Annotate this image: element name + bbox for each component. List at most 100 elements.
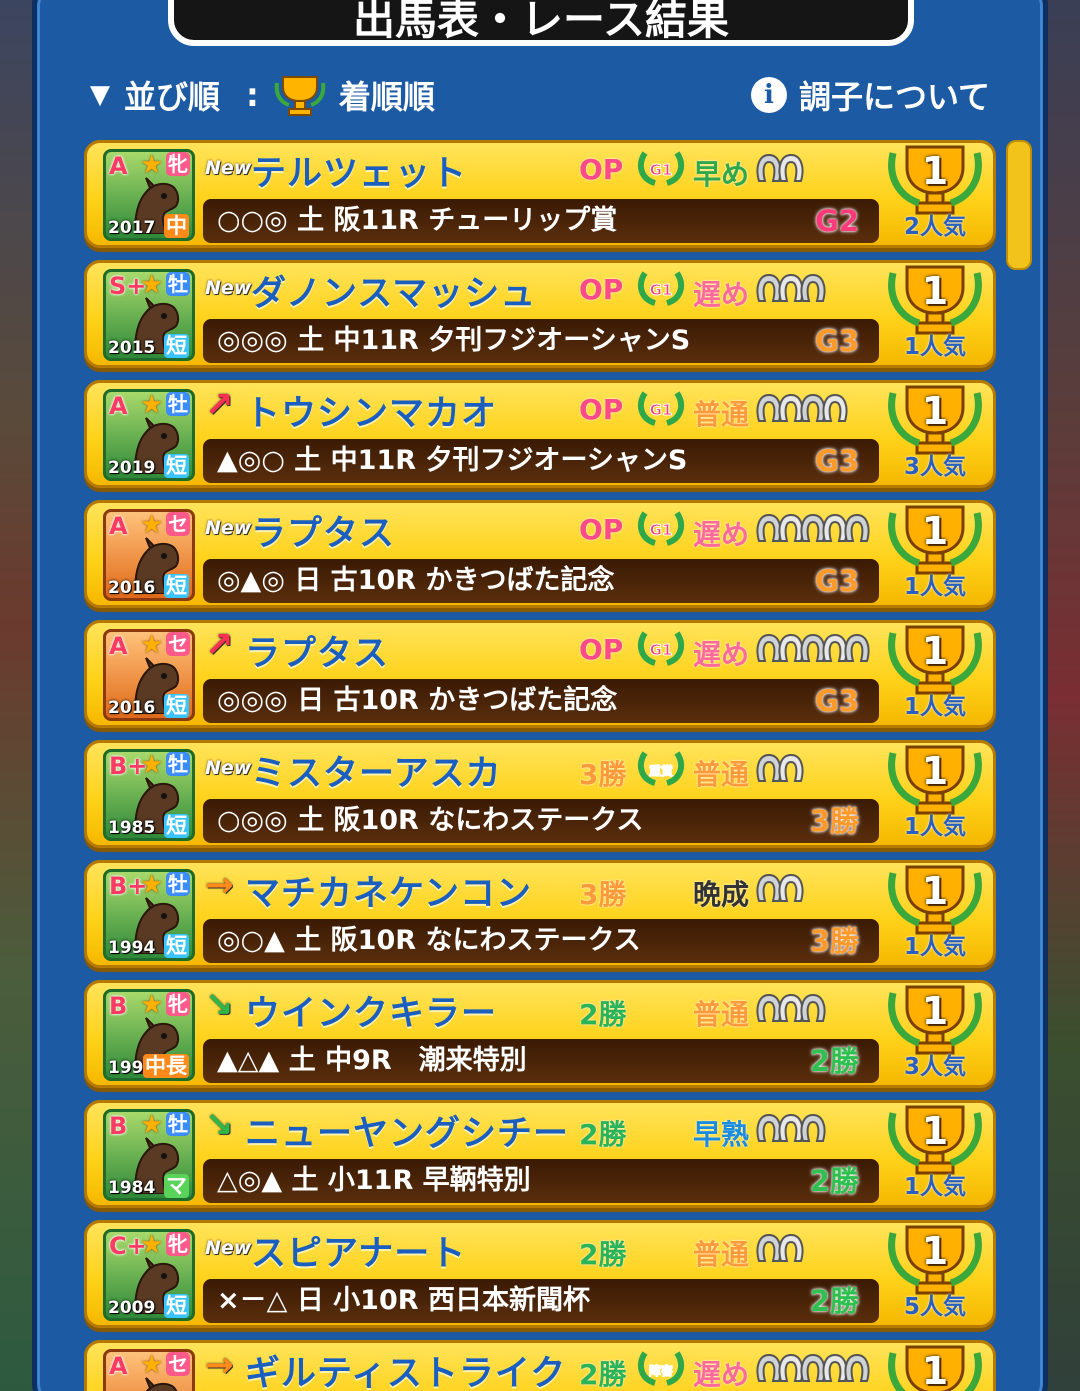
popularity: 3人気	[903, 1054, 966, 1080]
sort-order-button[interactable]: ▼ 並び順 : 着順順	[90, 70, 435, 120]
status-badge: New	[205, 157, 252, 179]
horse-row-6[interactable]: B+ ★ 牡 1985 短 New ミスターアスカ 3勝 重賞 普通 ○◎◎ 土…	[84, 740, 996, 848]
horse-portrait: C+ ★ 牝 2009 短	[103, 1229, 195, 1321]
star-icon: ★	[140, 630, 164, 660]
horse-year: 1994	[108, 938, 156, 958]
star-icon: ★	[140, 1230, 164, 1260]
horseshoe-icon	[778, 753, 804, 782]
race-detail: ◎○▲ 土 阪10R なにわステークス	[217, 925, 641, 956]
horse-class: 2勝	[579, 998, 627, 1031]
race-info-bar: ◎◎◎ 日 古10R かきつばた記念 G3	[203, 679, 879, 723]
horse-sex: 牝	[166, 152, 190, 176]
horse-rank: A	[109, 152, 128, 180]
horse-year: 2015	[108, 338, 156, 358]
race-grade: G3	[815, 684, 859, 718]
horse-year: 2009	[108, 1298, 156, 1318]
grade-laurel-icon: G1	[637, 271, 685, 306]
star-icon: ★	[140, 510, 164, 540]
horse-sex: 牡	[166, 752, 190, 776]
result-trophy: 1 1人気	[885, 745, 985, 845]
horse-sex: 牡	[166, 1112, 190, 1136]
horse-row-1[interactable]: A ★ 牝 2017 中 New テルツェット OP G1 早め ○○◎ 土 阪…	[84, 140, 996, 248]
grade-label: G1	[650, 281, 673, 299]
popularity: 1人気	[903, 334, 966, 360]
result-trophy: 1 3人気	[885, 385, 985, 485]
horse-year: 2019	[108, 458, 156, 478]
running-style: 普通	[693, 998, 750, 1031]
horse-class: 3勝	[579, 758, 627, 791]
toolbar: ▼ 並び順 : 着順順 i 調子について	[90, 70, 990, 120]
finish-place: 1	[921, 629, 949, 673]
horse-sex: 牝	[166, 992, 190, 1016]
horse-class: 3勝	[579, 878, 627, 911]
race-grade: 2勝	[809, 1284, 859, 1318]
grade-laurel-icon: 重賞	[637, 751, 685, 786]
status-badge: New	[205, 277, 252, 299]
sort-label: 並び順	[124, 78, 221, 116]
horse-portrait: A ★ セ 2016 短	[103, 509, 195, 601]
grade-laurel-icon: G1	[637, 631, 685, 666]
grade-label: G1	[650, 521, 673, 539]
horse-portrait: A ★ セ 2016 短	[103, 629, 195, 721]
finish-place: 1	[921, 1109, 949, 1153]
horse-name: マチカネケンコン	[245, 874, 532, 914]
star-icon: ★	[140, 990, 164, 1020]
finish-place: 1	[921, 509, 949, 553]
distance-aptitude: 中長	[143, 1054, 189, 1078]
page-title: 出馬表・レース結果	[168, 0, 914, 46]
race-grade: G3	[815, 324, 859, 358]
condition-horseshoes	[755, 1233, 804, 1267]
running-style: 早め	[693, 158, 750, 191]
finish-place: 1	[921, 749, 949, 793]
horse-row-5[interactable]: A ★ セ 2016 短 ↗ ラプタス OP G1 遅め ◎◎◎ 日 古10R …	[84, 620, 996, 728]
horse-class: OP	[579, 273, 624, 306]
condition-info-button[interactable]: i 調子について	[750, 70, 990, 120]
horse-row-7[interactable]: B+ ★ 牡 1994 短 → マチカネケンコン 3勝 晩成 ◎○▲ 土 阪10…	[84, 860, 996, 968]
status-badge: New	[205, 757, 252, 779]
finish-place: 1	[921, 149, 949, 193]
horse-row-4[interactable]: A ★ セ 2016 短 New ラプタス OP G1 遅め ◎▲◎ 日 古10…	[84, 500, 996, 608]
distance-aptitude: 短	[164, 334, 189, 358]
popularity: 1人気	[903, 1174, 966, 1200]
horse-rank: A	[109, 392, 128, 420]
star-icon: ★	[140, 1110, 164, 1140]
horse-name: テルツェット	[251, 154, 468, 194]
horse-name: ニューヤングシチー	[245, 1114, 570, 1154]
finish-place: 1	[921, 869, 949, 913]
race-info-bar: ◎▲◎ 日 古10R かきつばた記念 G3	[203, 559, 879, 603]
horse-row-11[interactable]: A ★ セ → ギルティストライク 2勝 障害 遅め 1	[84, 1340, 996, 1391]
horseshoe-icon	[800, 1113, 826, 1142]
horse-row-8[interactable]: B ★ 牝 1991 中長 ↘ ウインクキラー 2勝 普通 ▲△▲ 土 中9R …	[84, 980, 996, 1088]
horse-row-2[interactable]: S+ ★ 牡 2015 短 New ダノンスマッシュ OP G1 遅め ◎◎◎ …	[84, 260, 996, 368]
condition-horseshoes	[755, 633, 870, 667]
star-icon: ★	[140, 270, 164, 300]
race-grade: 2勝	[809, 1044, 859, 1078]
race-grade: 3勝	[809, 924, 859, 958]
result-trophy: 1 1人気	[885, 505, 985, 605]
running-style: 晩成	[693, 878, 750, 911]
result-trophy: 1 3人気	[885, 985, 985, 1085]
horse-row-3[interactable]: A ★ 牡 2019 短 ↗ トウシンマカオ OP G1 普通 ▲◎○ 土 中1…	[84, 380, 996, 488]
scrollbar-thumb[interactable]	[1006, 140, 1032, 270]
horse-class: OP	[579, 513, 624, 546]
race-detail: ◎▲◎ 日 古10R かきつばた記念	[217, 565, 615, 596]
horseshoe-icon	[778, 153, 804, 182]
race-grade: G2	[815, 204, 859, 238]
grade-laurel-icon: G1	[637, 391, 685, 426]
horse-name: ミスターアスカ	[251, 754, 502, 794]
race-grade: G3	[815, 564, 859, 598]
horse-name: スピアナート	[251, 1234, 467, 1274]
horse-sex: セ	[166, 512, 190, 536]
condition-label: 調子について	[798, 78, 990, 116]
horse-sex: 牡	[166, 392, 190, 416]
horse-row-9[interactable]: B ★ 牡 1984 マ ↘ ニューヤングシチー 2勝 早熟 △◎▲ 土 小11…	[84, 1100, 996, 1208]
race-grade: 2勝	[809, 1164, 859, 1198]
horse-portrait: S+ ★ 牡 2015 短	[103, 269, 195, 361]
race-detail: ×－△ 日 小10R 西日本新聞杯	[217, 1285, 590, 1316]
status-badge: ↗	[205, 625, 234, 665]
grade-laurel-icon: G1	[637, 511, 685, 546]
status-badge: ↘	[205, 985, 234, 1025]
horse-row-10[interactable]: C+ ★ 牝 2009 短 New スピアナート 2勝 普通 ×－△ 日 小10…	[84, 1220, 996, 1328]
horse-portrait: A ★ 牝 2017 中	[103, 149, 195, 241]
race-detail: ○○◎ 土 阪11R チューリップ賞	[217, 205, 618, 236]
